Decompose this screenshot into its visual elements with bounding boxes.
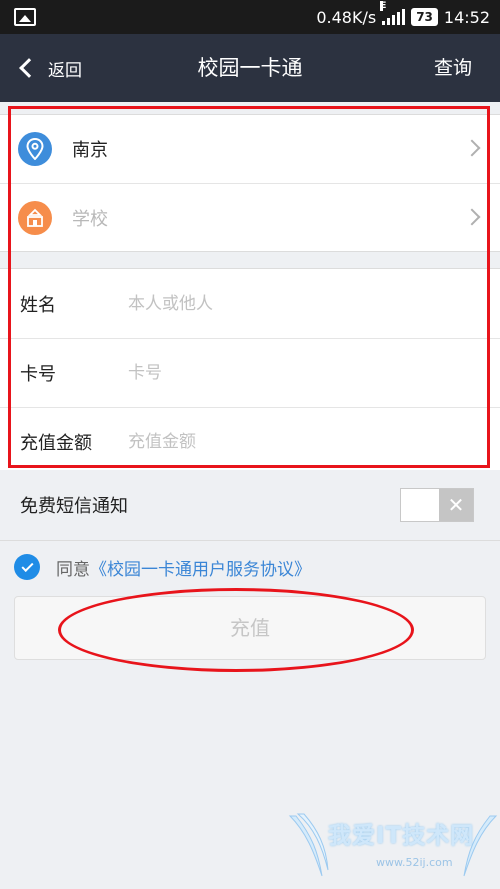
watermark: 我爱IT技术网 www.52ij.com bbox=[288, 812, 498, 888]
divider bbox=[0, 540, 500, 541]
agree-checkbox[interactable] bbox=[14, 554, 40, 580]
amount-label: 充值金额 bbox=[20, 433, 92, 454]
query-button[interactable]: 查询 bbox=[434, 34, 472, 102]
amount-row: 充值金额 bbox=[0, 407, 500, 476]
agreement-row: 同意 《校园一卡通用户服务协议》 bbox=[14, 553, 311, 581]
sms-notify-row: 免费短信通知 ✕ bbox=[0, 470, 500, 540]
network-speed: 0.48K/s bbox=[316, 7, 377, 27]
watermark-url: www.52ij.com bbox=[376, 856, 453, 869]
agree-text: 同意 bbox=[56, 559, 90, 580]
name-input[interactable] bbox=[128, 293, 428, 314]
amount-input[interactable] bbox=[128, 432, 428, 452]
agreement-link[interactable]: 《校园一卡通用户服务协议》 bbox=[90, 555, 311, 580]
chevron-left-icon bbox=[19, 58, 39, 78]
status-right: 0.48K/s E 73 14:52 bbox=[316, 0, 490, 34]
card-number-row: 卡号 bbox=[0, 338, 500, 407]
signal-icon: E bbox=[380, 1, 406, 25]
sms-label: 免费短信通知 bbox=[20, 496, 128, 517]
back-button[interactable]: 返回 bbox=[14, 34, 82, 102]
back-label: 返回 bbox=[48, 60, 82, 81]
school-icon bbox=[18, 200, 52, 235]
map-pin-icon bbox=[18, 132, 52, 166]
close-icon: ✕ bbox=[439, 489, 473, 521]
app-header: 返回 校园一卡通 查询 bbox=[0, 34, 500, 102]
battery-icon: 73 bbox=[411, 8, 438, 26]
recharge-button[interactable]: 充值 bbox=[14, 596, 486, 660]
card-number-input[interactable] bbox=[128, 363, 428, 383]
name-label: 姓名 bbox=[20, 294, 56, 316]
sms-toggle[interactable]: ✕ bbox=[400, 488, 474, 522]
form-group: 姓名 卡号 充值金额 bbox=[0, 268, 500, 477]
card-number-label: 卡号 bbox=[20, 364, 56, 385]
clock: 14:52 bbox=[443, 7, 490, 27]
chevron-right-icon bbox=[463, 208, 481, 226]
watermark-text: 我爱IT技术网 bbox=[328, 823, 475, 849]
status-bar: 0.48K/s E 73 14:52 bbox=[0, 0, 500, 34]
school-row[interactable]: 学校 bbox=[0, 183, 500, 251]
network-type: E bbox=[380, 1, 387, 11]
checkmark-icon bbox=[20, 559, 34, 572]
chevron-right-icon bbox=[463, 139, 481, 157]
name-row: 姓名 bbox=[0, 269, 500, 338]
wing-logo-icon bbox=[288, 813, 498, 877]
gallery-icon bbox=[14, 8, 36, 26]
location-group: 南京 学校 bbox=[0, 114, 500, 252]
city-row[interactable]: 南京 bbox=[0, 115, 500, 183]
city-label: 南京 bbox=[72, 140, 108, 161]
school-label: 学校 bbox=[72, 208, 108, 230]
